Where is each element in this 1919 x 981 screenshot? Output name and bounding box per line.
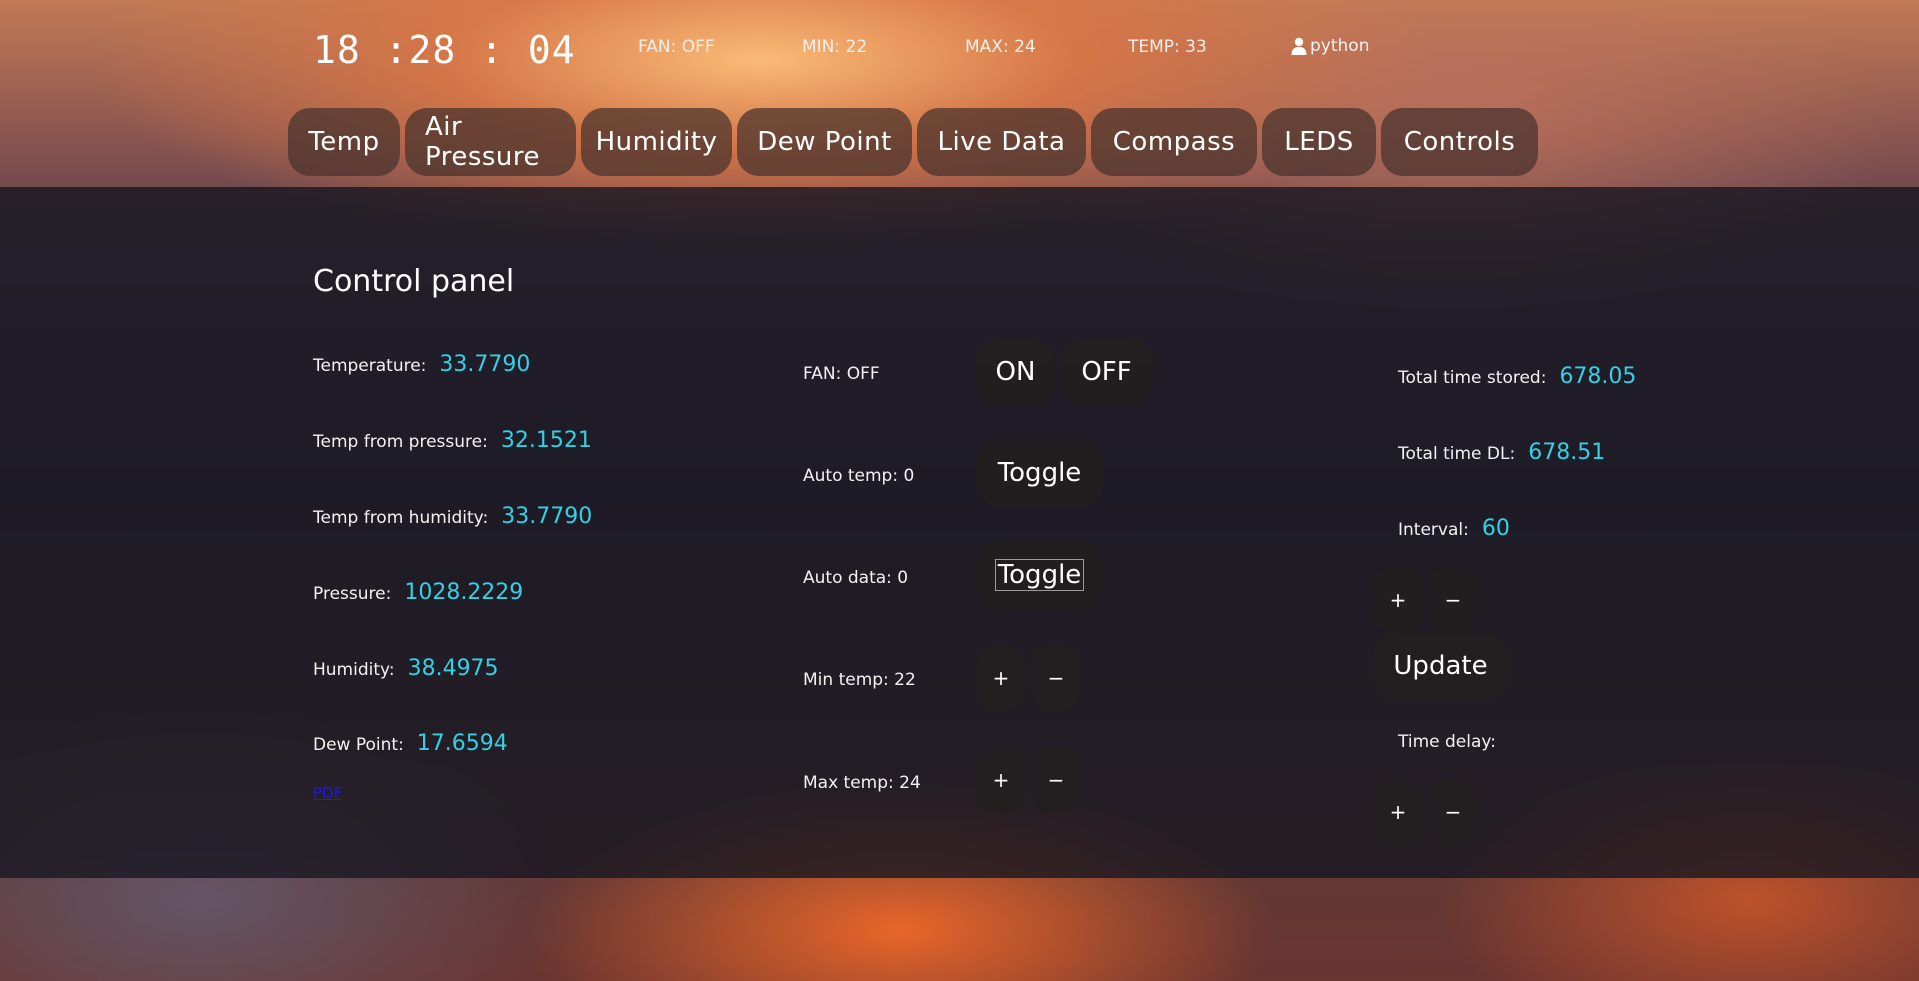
interval-label: Interval: — [1398, 520, 1469, 540]
auto-temp-toggle-button[interactable]: Toggle — [976, 439, 1103, 507]
reading-humidity: Humidity: 38.4975 — [313, 656, 499, 681]
reading-label: Pressure: — [313, 584, 392, 604]
reading-value: 38.4975 — [407, 656, 499, 681]
auto-data-label: Auto data: 0 — [803, 568, 909, 588]
tab-temp[interactable]: Temp — [288, 108, 400, 176]
max-temp-row: Max temp: 24 — [803, 773, 921, 793]
reading-temp-from-humidity: Temp from humidity: 33.7790 — [313, 504, 592, 529]
reading-temperature: Temperature: 33.7790 — [313, 352, 530, 377]
time-delay-minus-button[interactable]: − — [1428, 778, 1478, 846]
min-temp-row: Min temp: 22 — [803, 670, 916, 690]
reading-label: Temp from pressure: — [313, 432, 488, 452]
reading-label: Temperature: — [313, 356, 427, 376]
reading-value: 33.7790 — [501, 504, 593, 529]
auto-data-row: Auto data: 0 — [803, 568, 908, 588]
reading-label: Dew Point: — [313, 735, 404, 755]
auto-data-toggle-button[interactable]: Toggle — [976, 541, 1103, 609]
control-panel — [0, 187, 1919, 878]
reading-pressure: Pressure: 1028.2229 — [313, 580, 523, 605]
tab-humidity[interactable]: Humidity — [581, 108, 732, 176]
reading-value: 33.7790 — [439, 352, 531, 377]
reading-label: Temp from humidity: — [313, 508, 489, 528]
reading-value: 17.6594 — [416, 731, 508, 756]
auto-temp-row: Auto temp: 0 — [803, 466, 914, 486]
interval-minus-button[interactable]: − — [1428, 566, 1478, 634]
update-button[interactable]: Update — [1373, 632, 1508, 700]
clock: 18 :28 : 04 — [313, 28, 576, 72]
fan-on-button[interactable]: ON — [976, 338, 1055, 406]
reading-temp-from-pressure: Temp from pressure: 32.1521 — [313, 428, 592, 453]
fan-label: FAN: OFF — [803, 364, 880, 384]
total-time-stored-label: Total time stored: — [1398, 368, 1547, 388]
reading-label: Humidity: — [313, 660, 395, 680]
min-temp-label: Min temp: 22 — [803, 670, 916, 690]
page-title: Control panel — [313, 264, 515, 299]
interval-value: 60 — [1481, 516, 1510, 541]
temp-status: TEMP: 33 — [1128, 37, 1207, 57]
reading-value: 1028.2229 — [404, 580, 524, 605]
total-time-dl-label: Total time DL: — [1398, 444, 1516, 464]
tab-live-data[interactable]: Live Data — [917, 108, 1086, 176]
min-status: MIN: 22 — [802, 37, 868, 57]
tab-air-pressure[interactable]: Air Pressure — [405, 108, 576, 176]
total-time-stored: Total time stored: 678.05 — [1398, 364, 1636, 389]
max-status: MAX: 24 — [965, 37, 1036, 57]
pdf-link[interactable]: PDF — [313, 784, 342, 802]
total-time-stored-value: 678.05 — [1559, 364, 1637, 389]
interval: Interval: 60 — [1398, 516, 1510, 541]
auto-temp-label: Auto temp: 0 — [803, 466, 915, 486]
reading-dew-point: Dew Point: 17.6594 — [313, 731, 508, 756]
auto-data-toggle-label: Toggle — [994, 559, 1085, 591]
fan-off-button[interactable]: OFF — [1060, 338, 1153, 406]
min-temp-minus-button[interactable]: − — [1031, 644, 1081, 712]
time-delay-plus-button[interactable]: + — [1373, 778, 1423, 846]
tab-controls[interactable]: Controls — [1381, 108, 1538, 176]
fan-row: FAN: OFF — [803, 364, 880, 384]
tab-dew-point[interactable]: Dew Point — [737, 108, 912, 176]
tab-compass[interactable]: Compass — [1091, 108, 1257, 176]
max-temp-plus-button[interactable]: + — [976, 746, 1026, 814]
time-delay-label: Time delay: — [1398, 732, 1496, 752]
interval-plus-button[interactable]: + — [1373, 566, 1423, 634]
time-delay: Time delay: — [1398, 732, 1496, 752]
total-time-dl-value: 678.51 — [1528, 440, 1606, 465]
tab-leds[interactable]: LEDS — [1262, 108, 1376, 176]
max-temp-minus-button[interactable]: − — [1031, 746, 1081, 814]
total-time-dl: Total time DL: 678.51 — [1398, 440, 1605, 465]
max-temp-label: Max temp: 24 — [803, 773, 921, 793]
top-bar: 18 :28 : 04 FAN: OFF MIN: 22 MAX: 24 TEM… — [0, 0, 1919, 187]
main-nav: Temp Air Pressure Humidity Dew Point Liv… — [288, 108, 1538, 176]
user-icon — [1291, 37, 1307, 55]
min-temp-plus-button[interactable]: + — [976, 644, 1026, 712]
user-menu[interactable]: python — [1291, 36, 1369, 56]
fan-status: FAN: OFF — [638, 37, 715, 57]
reading-value: 32.1521 — [500, 428, 592, 453]
username: python — [1310, 36, 1370, 56]
